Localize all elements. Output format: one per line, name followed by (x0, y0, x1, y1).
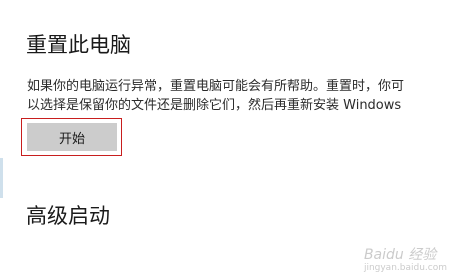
reset-pc-title: 重置此电脑 (26, 33, 131, 57)
reset-pc-description: 如果你的电脑运行异常，重置电脑可能会有所帮助。重置时，你可 以选择是保留你的文件… (27, 77, 451, 115)
left-accent-bar (0, 158, 3, 198)
description-line-1: 如果你的电脑运行异常，重置电脑可能会有所帮助。重置时，你可 (27, 79, 405, 94)
watermark-text: Baidu 经验 (363, 247, 437, 263)
advanced-startup-title: 高级启动 (26, 204, 110, 228)
baidu-watermark: Baidu 经验 jingyan.baidu.com (364, 247, 447, 274)
left-edge-strip (0, 0, 3, 280)
watermark-subtext: jingyan.baidu.com (363, 263, 447, 273)
description-line-2: 以选择是保留你的文件还是删除它们，然后再重新安装 Windows (27, 98, 402, 113)
start-button[interactable]: 开始 (27, 123, 117, 151)
